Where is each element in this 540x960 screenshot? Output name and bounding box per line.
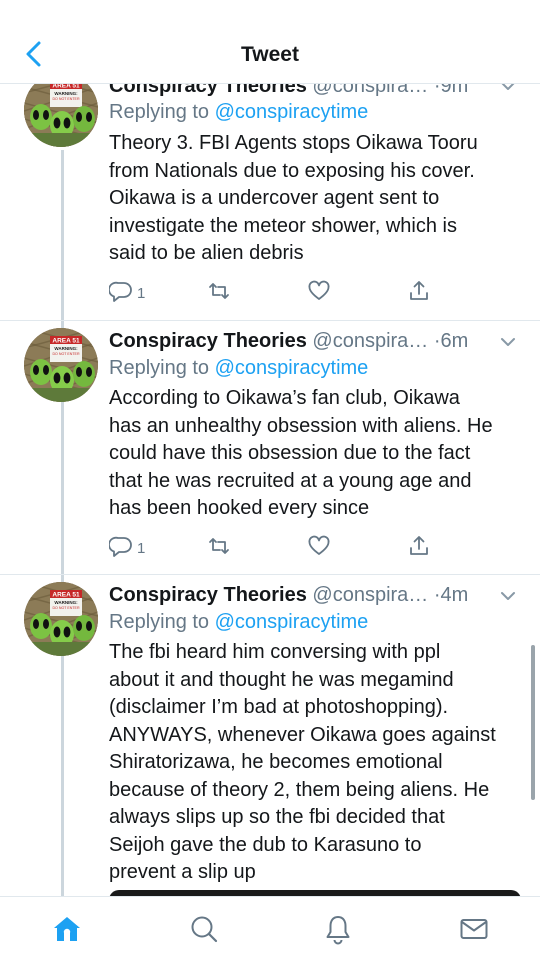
svg-text:WARNING:: WARNING: <box>54 91 78 96</box>
display-name[interactable]: Conspiracy Theories <box>109 330 307 352</box>
retweet-button[interactable] <box>207 532 231 560</box>
share-button[interactable] <box>407 532 431 560</box>
tab-search[interactable] <box>184 909 224 949</box>
user-handle[interactable]: @conspira… <box>312 584 428 606</box>
chevron-down-icon[interactable] <box>498 332 518 352</box>
tab-messages[interactable] <box>454 909 494 949</box>
tweet-thread[interactable]: AREA 51 WARNING: DO NOT ENTER Conspiracy… <box>0 84 540 896</box>
replying-to-label: Replying to <box>109 611 215 633</box>
retweet-icon <box>209 283 229 299</box>
tweet-actions: 1 <box>109 277 439 305</box>
search-icon <box>191 916 218 943</box>
top-bar: Tweet <box>0 0 540 84</box>
timestamp: 4m <box>440 584 469 606</box>
separator-dot: · <box>433 584 441 606</box>
timestamp: 6m <box>440 330 469 352</box>
svg-text:DO NOT ENTER: DO NOT ENTER <box>52 352 79 356</box>
page-title: Tweet <box>241 43 299 66</box>
share-button[interactable] <box>407 277 431 305</box>
tab-notifications[interactable] <box>318 909 358 949</box>
replying-to-label: Replying to <box>109 357 215 379</box>
svg-text:WARNING:: WARNING: <box>54 600 78 605</box>
retweet-icon <box>209 538 229 554</box>
separator-dot: · <box>433 84 441 97</box>
tweet-text: The fbi heard him conversing with ppl ab… <box>109 641 496 883</box>
like-button[interactable] <box>307 277 331 305</box>
display-name[interactable]: Conspiracy Theories <box>109 584 307 606</box>
svg-text:AREA 51: AREA 51 <box>52 592 80 599</box>
timestamp: 9m <box>440 84 469 97</box>
user-handle[interactable]: @conspira… <box>312 330 428 352</box>
replying-to-label: Replying to <box>109 101 215 123</box>
svg-text:DO NOT ENTER: DO NOT ENTER <box>52 97 79 101</box>
tweet-header: Conspiracy Theories @conspira… ·9m <box>109 84 518 101</box>
reply-button[interactable]: 1 <box>109 277 145 305</box>
svg-text:AREA 51: AREA 51 <box>52 84 80 90</box>
mention-link[interactable]: @conspiracytime <box>215 611 369 633</box>
replying-to: Replying to @conspiracytime <box>109 611 368 634</box>
replying-to: Replying to @conspiracytime <box>109 357 368 380</box>
bottom-tab-bar <box>0 896 540 960</box>
avatar[interactable]: AREA 51 WARNING: DO NOT ENTER <box>24 328 98 402</box>
tweet-actions: 1 <box>109 532 439 560</box>
envelope-icon <box>460 919 488 939</box>
separator-dot: · <box>433 330 441 352</box>
chevron-down-icon[interactable] <box>498 586 518 606</box>
svg-text:AREA 51: AREA 51 <box>52 338 80 345</box>
avatar[interactable]: AREA 51 WARNING: DO NOT ENTER <box>24 582 98 656</box>
svg-text:WARNING:: WARNING: <box>54 346 78 351</box>
avatar[interactable]: AREA 51 WARNING: DO NOT ENTER <box>24 84 98 147</box>
tweet-3[interactable]: AREA 51 WARNING: DO NOT ENTER Conspiracy… <box>0 574 540 896</box>
bell-icon <box>326 916 350 945</box>
tweet-1[interactable]: AREA 51 WARNING: DO NOT ENTER Conspiracy… <box>0 84 540 320</box>
tweet-2[interactable]: AREA 51 WARNING: DO NOT ENTER Conspiracy… <box>0 320 540 574</box>
tweet-text: Theory 3. FBI Agents stops Oikawa Tooru … <box>109 132 478 264</box>
like-button[interactable] <box>307 532 331 560</box>
replying-to: Replying to @conspiracytime <box>109 101 368 124</box>
mention-link[interactable]: @conspiracytime <box>215 101 369 123</box>
display-name[interactable]: Conspiracy Theories <box>109 84 307 97</box>
retweet-button[interactable] <box>207 277 231 305</box>
tab-home[interactable] <box>47 909 87 949</box>
speech-bubble-icon <box>109 281 132 302</box>
scrollbar[interactable] <box>531 645 535 800</box>
heart-icon <box>308 535 330 555</box>
mention-link[interactable]: @conspiracytime <box>215 357 369 379</box>
svg-text:DO NOT ENTER: DO NOT ENTER <box>52 606 79 610</box>
user-handle[interactable]: @conspira… <box>312 84 428 97</box>
reply-count: 1 <box>137 539 146 557</box>
chevron-down-icon[interactable] <box>498 84 518 96</box>
share-icon <box>410 536 428 555</box>
home-icon <box>54 917 80 941</box>
speech-bubble-icon <box>109 536 132 557</box>
reply-count: 1 <box>137 284 146 302</box>
tweet-text: According to Oikawa’s fan club, Oikawa h… <box>109 387 493 519</box>
reply-button[interactable]: 1 <box>109 532 145 560</box>
heart-icon <box>308 280 330 300</box>
share-icon <box>410 281 428 300</box>
tweet-header: Conspiracy Theories @conspira… ·4m <box>109 584 518 610</box>
tweet-header: Conspiracy Theories @conspira… ·6m <box>109 330 518 356</box>
